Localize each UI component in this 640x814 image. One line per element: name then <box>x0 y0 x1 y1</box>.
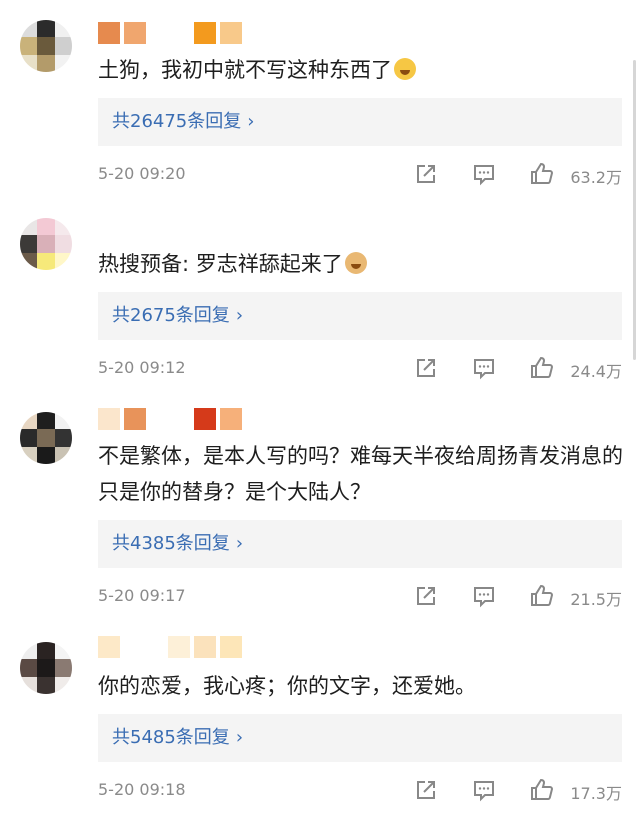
comment-icon[interactable] <box>472 584 496 608</box>
comment-icon[interactable] <box>472 162 496 186</box>
chevron-right-icon: › <box>235 533 244 554</box>
timestamp: 5-20 09:17 <box>98 586 186 605</box>
timestamp: 5-20 09:12 <box>98 358 186 377</box>
view-replies-button[interactable]: 共5485条回复 › <box>98 714 622 762</box>
share-icon[interactable] <box>414 356 438 380</box>
comment-meta: 5-20 09:12 24.4万 <box>98 354 622 384</box>
avatar[interactable] <box>20 642 72 694</box>
like-icon[interactable] <box>530 584 554 608</box>
avatar[interactable] <box>20 218 72 270</box>
comment-meta: 5-20 09:18 17.3万 <box>98 776 622 806</box>
chevron-right-icon: › <box>235 727 244 748</box>
like-count: 24.4万 <box>570 362 622 381</box>
comment-meta: 5-20 09:17 21.5万 <box>98 582 622 612</box>
scrollbar[interactable] <box>633 60 636 360</box>
comment-icon[interactable] <box>472 356 496 380</box>
comment-text: 土狗，我初中就不写这种东西了 <box>98 52 628 88</box>
timestamp: 5-20 09:18 <box>98 780 186 799</box>
comment-text: 不是繁体，是本人写的吗？难每天半夜给周扬青发消息的只是你的替身？是个大陆人？ <box>98 444 623 504</box>
view-replies-button[interactable]: 共26475条回复 › <box>98 98 622 146</box>
chevron-right-icon: › <box>235 305 244 326</box>
comment-text: 你的恋爱，我心疼；你的文字，还爱她。 <box>98 674 476 698</box>
like-count: 21.5万 <box>570 590 622 609</box>
timestamp: 5-20 09:20 <box>98 164 186 183</box>
like-icon[interactable] <box>530 356 554 380</box>
view-replies-button[interactable]: 共4385条回复 › <box>98 520 622 568</box>
comment-icon[interactable] <box>472 778 496 802</box>
avatar[interactable] <box>20 20 72 72</box>
share-icon[interactable] <box>414 778 438 802</box>
avatar[interactable] <box>20 412 72 464</box>
share-icon[interactable] <box>414 162 438 186</box>
username-mosaic[interactable] <box>98 408 242 432</box>
laughing-crying-emoji-icon <box>394 58 416 80</box>
like-count: 63.2万 <box>570 168 622 187</box>
like-icon[interactable] <box>530 778 554 802</box>
comment-text: 热搜预备: 罗志祥舔起来了 <box>98 246 628 282</box>
doge-emoji-icon <box>344 252 367 274</box>
share-icon[interactable] <box>414 584 438 608</box>
like-count: 17.3万 <box>570 784 622 803</box>
like-icon[interactable] <box>530 162 554 186</box>
username-mosaic[interactable] <box>98 636 242 660</box>
username-mosaic[interactable] <box>98 22 242 46</box>
comment-meta: 5-20 09:20 63.2万 <box>98 160 622 190</box>
view-replies-button[interactable]: 共2675条回复 › <box>98 292 622 340</box>
chevron-right-icon: › <box>247 111 255 132</box>
